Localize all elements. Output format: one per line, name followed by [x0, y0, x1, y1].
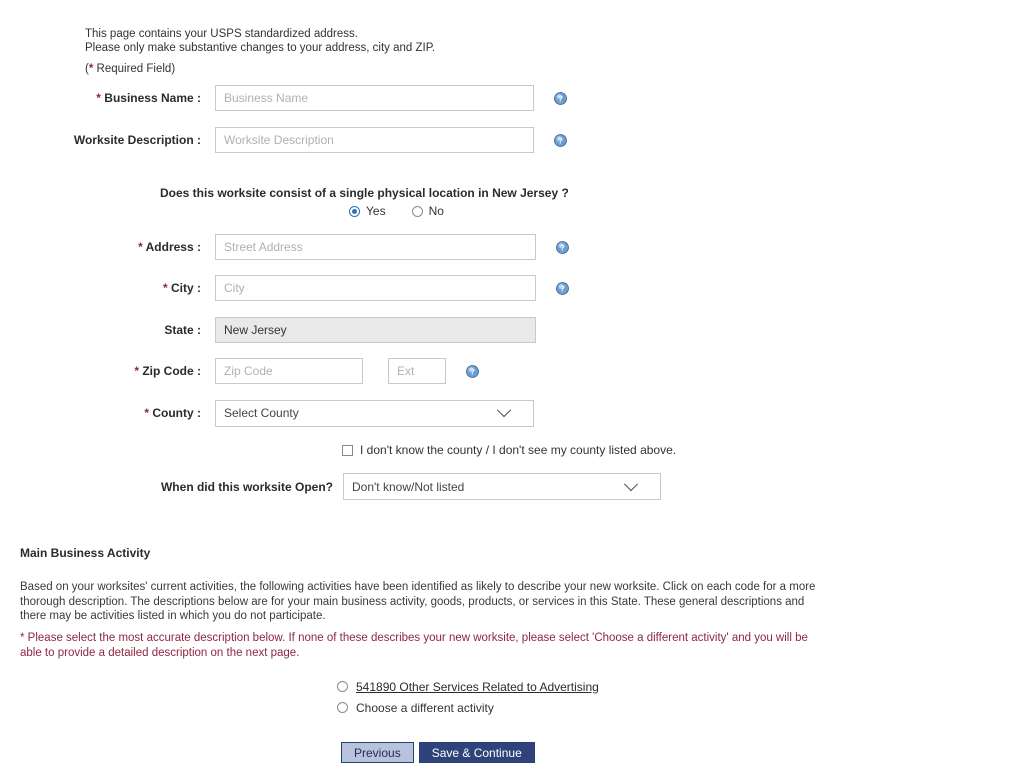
activity-option-0: 541890 Other Services Related to Adverti… — [337, 676, 599, 697]
address-label: * Address : — [0, 240, 215, 254]
select-note-text: Please select the most accurate descript… — [20, 632, 808, 659]
field-row-business-name: * Business Name : ? — [0, 85, 567, 111]
radio-single-location-no[interactable] — [411, 205, 423, 217]
worksite-open-select-value: Don't know/Not listed — [352, 479, 465, 494]
county-label: * County : — [0, 406, 215, 420]
worksite-description-input[interactable] — [215, 127, 534, 153]
field-row-city: * City : ? — [0, 275, 569, 301]
state-input — [215, 317, 536, 343]
required-asterisk-city: * — [162, 281, 168, 295]
help-circle-icon[interactable]: ? — [556, 281, 569, 295]
street-address-input[interactable] — [215, 234, 536, 260]
radio-single-location-yes-label: Yes — [366, 204, 386, 218]
county-select-value: Select County — [224, 406, 299, 420]
worksite-description-label-text: Worksite Description : — [73, 133, 201, 147]
worksite-description-label: Worksite Description : — [0, 133, 215, 147]
required-note-text: Required Field) — [93, 63, 176, 75]
main-business-activity-title: Main Business Activity — [20, 546, 151, 560]
zip-code-input[interactable] — [215, 358, 363, 384]
city-input[interactable] — [215, 275, 536, 301]
svg-text:?: ? — [470, 367, 475, 376]
svg-text:?: ? — [558, 94, 563, 103]
activity-option-1: Choose a different activity — [337, 697, 599, 718]
field-row-worksite-open: When did this worksite Open? Don't know/… — [0, 473, 661, 500]
radio-single-location-yes[interactable] — [349, 205, 360, 217]
field-row-worksite-description: Worksite Description : ? — [0, 127, 567, 153]
worksite-open-select[interactable]: Don't know/Not listed — [343, 473, 661, 500]
business-name-input[interactable] — [215, 85, 534, 111]
state-label-text: State : — [164, 323, 201, 337]
intro-text: This page contains your USPS standardize… — [85, 27, 435, 55]
svg-text:?: ? — [558, 136, 563, 145]
help-circle-icon[interactable]: ? — [554, 133, 567, 147]
business-name-label-text: Business Name : — [104, 91, 201, 105]
county-select[interactable]: Select County — [215, 399, 534, 427]
field-row-county: * County : Select County — [0, 399, 534, 427]
main-business-activity-select-note: * Please select the most accurate descri… — [20, 631, 820, 660]
zip-code-label: * Zip Code : — [0, 364, 215, 378]
zip-code-label-text: Zip Code : — [142, 364, 201, 378]
activity-option-1-label: Choose a different activity — [356, 700, 494, 715]
help-circle-icon[interactable]: ? — [554, 91, 567, 105]
chevron-down-icon — [496, 403, 512, 418]
zip-ext-input[interactable] — [388, 358, 446, 384]
radio-single-location-no-label: No — [428, 204, 444, 218]
address-label-text: Address : — [145, 240, 201, 254]
intro-line-2: Please only make substantive changes to … — [85, 42, 436, 54]
field-row-state: State : — [0, 317, 536, 343]
activity-option-0-label[interactable]: 541890 Other Services Related to Adverti… — [356, 680, 599, 694]
county-unknown-row: I don't know the county / I don't see my… — [342, 443, 676, 457]
activity-radio-group: 541890 Other Services Related to Adverti… — [337, 676, 599, 718]
city-label: * City : — [0, 281, 215, 295]
county-label-text: County : — [152, 406, 201, 420]
single-location-question: Does this worksite consist of a single p… — [160, 186, 569, 200]
field-row-zip-code: * Zip Code : ? — [0, 358, 479, 384]
business-name-label: * Business Name : — [0, 91, 215, 105]
help-circle-icon[interactable]: ? — [556, 240, 569, 254]
radio-activity-1[interactable] — [337, 702, 348, 713]
required-field-note: (* Required Field) — [85, 63, 175, 75]
help-circle-icon[interactable]: ? — [466, 364, 479, 378]
field-row-address: * Address : ? — [0, 234, 569, 260]
required-asterisk-address: * — [138, 240, 143, 254]
worksite-open-label: When did this worksite Open? — [160, 479, 333, 494]
previous-button[interactable]: Previous — [341, 742, 414, 763]
save-and-continue-button[interactable]: Save & Continue — [418, 742, 535, 763]
intro-line-1: This page contains your USPS standardize… — [85, 28, 358, 40]
radio-activity-0[interactable] — [337, 681, 348, 692]
required-asterisk-county: * — [144, 406, 149, 420]
svg-text:?: ? — [560, 284, 565, 293]
state-label: State : — [0, 323, 215, 337]
main-business-activity-description: Based on your worksites' current activit… — [20, 581, 816, 622]
required-asterisk-zip-code: * — [134, 364, 139, 378]
required-asterisk-business-name: * — [96, 91, 101, 105]
form-button-bar: Previous Save & Continue — [341, 742, 535, 763]
svg-text:?: ? — [560, 243, 565, 252]
county-unknown-label: I don't know the county / I don't see my… — [360, 443, 677, 457]
city-label-text: City : — [171, 281, 201, 295]
county-unknown-checkbox[interactable] — [342, 444, 353, 456]
single-location-radio-group: Yes No — [349, 204, 444, 218]
chevron-down-icon — [623, 476, 639, 491]
